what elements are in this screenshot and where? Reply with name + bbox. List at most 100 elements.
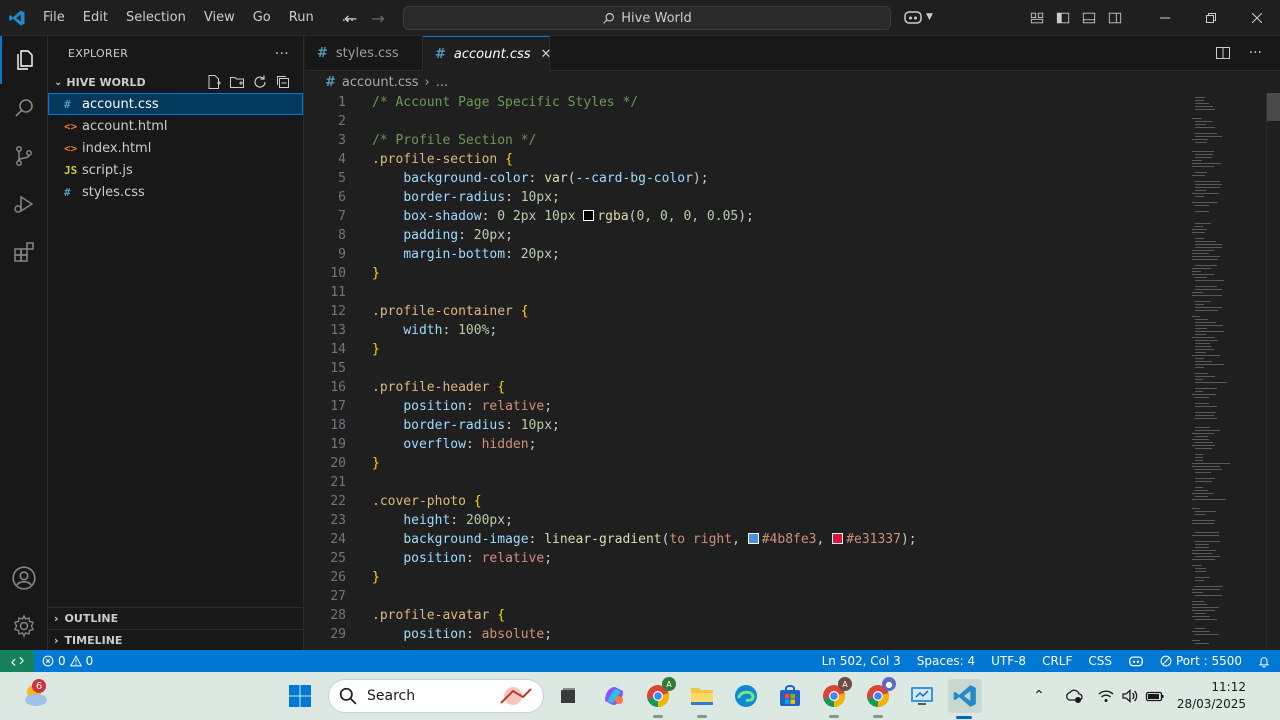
code-line[interactable]: 23 height: 200px; [305,511,1185,530]
code-line[interactable]: 16 .profile-header { [305,378,1185,397]
tab-styles-css[interactable]: # styles.css [305,36,423,71]
remote-indicator[interactable] [0,650,34,672]
file-item[interactable]: <> account.html [48,115,303,137]
code-line[interactable]: 17 position: relative; [305,397,1185,416]
menu-selection[interactable]: Selection [117,0,195,36]
code-line[interactable]: 26} [305,568,1185,587]
onedrive-sync-icon[interactable] [1065,687,1083,705]
toggle-panel-icon[interactable] [1076,0,1102,36]
taskbar-remote-desktop[interactable] [906,680,938,712]
end-of-line[interactable]: CRLF [1034,650,1080,672]
toggle-primary-sidebar-icon[interactable] [1050,0,1076,36]
code-line[interactable]: 7 box-shadow: 0 2px 10px rgba(0, 0, 0, 0… [305,207,1185,226]
code-line[interactable]: 29 position: absolute; [305,625,1185,644]
forward-arrow-icon[interactable]: → [371,9,384,28]
menu-run[interactable]: Run [280,0,323,36]
color-swatch-icon[interactable] [832,533,844,544]
new-file-icon[interactable] [206,74,222,90]
explorer-icon[interactable] [0,36,48,84]
extensions-icon[interactable] [0,228,48,276]
restore-button[interactable] [1188,0,1234,36]
close-tab-icon[interactable]: ✕ [541,47,552,62]
breadcrumb-rest[interactable]: ... [436,75,448,90]
file-item[interactable]: # styles.css [48,181,303,203]
taskbar-chrome-profile-b[interactable]: A [818,677,852,718]
taskbar-chrome-profile-a[interactable]: A [642,677,676,718]
close-window-button[interactable] [1234,0,1280,36]
taskbar-clock[interactable]: 11:12 28/03/2025 [1177,679,1280,713]
taskbar-chrome-profile-c[interactable]: ● [862,677,896,718]
taskbar-edge[interactable] [730,680,762,712]
code-line[interactable]: 20} [305,454,1185,473]
code-line[interactable]: 8 padding: 20px; [305,226,1185,245]
file-item[interactable]: # account.css [48,93,303,115]
refresh-icon[interactable] [252,74,268,90]
menu-view[interactable]: View [195,0,244,36]
more-actions-icon[interactable]: ··· [275,46,289,62]
accounts-icon[interactable] [0,554,48,602]
copilot-status[interactable] [1120,650,1152,672]
code-line[interactable]: 3 /* Profile Section */ [305,131,1185,150]
search-view-icon[interactable] [0,84,48,132]
code-line[interactable]: 4 .profile-section { [305,150,1185,169]
taskbar-search[interactable]: Search [328,679,544,713]
toggle-secondary-sidebar-icon[interactable] [1102,0,1128,36]
code-editor[interactable]: 1/* Account Page Specific Styles */2 3/* … [305,93,1185,650]
collapse-all-icon[interactable] [275,74,291,90]
command-center-search[interactable]: Hive World [403,6,891,30]
code-line[interactable]: 10} [305,264,1185,283]
code-line[interactable]: 21 [305,473,1185,492]
code-line[interactable]: 11 [305,283,1185,302]
language-mode[interactable]: CSS [1080,650,1120,672]
code-line[interactable]: 19 overflow: hidden; [305,435,1185,454]
chevron-up-icon[interactable]: ⌃ [1033,688,1045,704]
settings-gear-icon[interactable] [0,602,48,650]
file-item[interactable]: <> index.html [48,137,303,159]
timeline-section[interactable]: › TIMELINE [48,629,304,651]
code-line[interactable]: 2 [305,112,1185,131]
workspace-folder[interactable]: ⌄ HIVE WORLD [48,71,303,93]
copilot-button[interactable]: ▼ [903,8,933,26]
taskbar-file-explorer[interactable] [686,680,718,718]
code-line[interactable]: 9 margin-bottom: 20px; [305,245,1185,264]
source-control-icon[interactable] [0,132,48,180]
live-server-port[interactable]: Port : 5500 [1152,650,1250,672]
code-line[interactable]: 28 .profile-avatar { [305,606,1185,625]
breadcrumb-file[interactable]: account.css [342,75,419,90]
code-line[interactable]: 6 border-radius: 10px; [305,188,1185,207]
code-line[interactable]: 25 position: relative; [305,549,1185,568]
editor-scrollbar[interactable] [1266,93,1280,650]
taskbar-store[interactable] [774,680,806,712]
cursor-position[interactable]: Ln 502, Col 3 [814,650,909,672]
color-swatch-icon[interactable] [747,533,759,544]
color-swatch-icon[interactable] [583,210,595,221]
vscode-logo-icon[interactable] [0,0,34,36]
split-editor-icon[interactable] [1215,45,1231,61]
battery-icon[interactable] [1145,687,1165,705]
volume-icon[interactable] [1121,687,1139,705]
run-debug-icon[interactable] [0,180,48,228]
code-line[interactable]: 1 /* Account Page Specific Styles */ [305,93,1185,112]
code-line[interactable]: 14} [305,340,1185,359]
notifications-bell[interactable] [1250,650,1280,672]
taskbar-task-view[interactable] [552,680,584,712]
minimize-button[interactable] [1142,0,1188,36]
customize-layout-icon[interactable] [1024,0,1050,36]
back-arrow-icon[interactable]: ← [344,9,357,28]
menu-go[interactable]: Go [244,0,280,36]
menu-edit[interactable]: Edit [74,0,117,36]
code-line[interactable]: 27 [305,587,1185,606]
file-item[interactable]: JS script.js [48,159,303,181]
encoding[interactable]: UTF-8 [983,650,1034,672]
more-actions-icon[interactable]: ··· [1249,45,1262,61]
wifi-icon[interactable] [1097,687,1115,705]
code-line[interactable]: 15 [305,359,1185,378]
code-line[interactable]: 12 .profile-container { [305,302,1185,321]
scrollbar-thumb[interactable] [1267,93,1280,121]
code-line[interactable]: 18 border-radius: 10px; [305,416,1185,435]
problems-indicator[interactable]: 0 0 [34,650,101,672]
tab-account-css[interactable]: # account.css ✕ [423,36,552,71]
code-line[interactable]: 5 background-color: var(--card-bg-color)… [305,169,1185,188]
code-line[interactable]: 24 background-image: linear-gradient(to … [305,530,1185,549]
indentation[interactable]: Spaces: 4 [909,650,983,672]
